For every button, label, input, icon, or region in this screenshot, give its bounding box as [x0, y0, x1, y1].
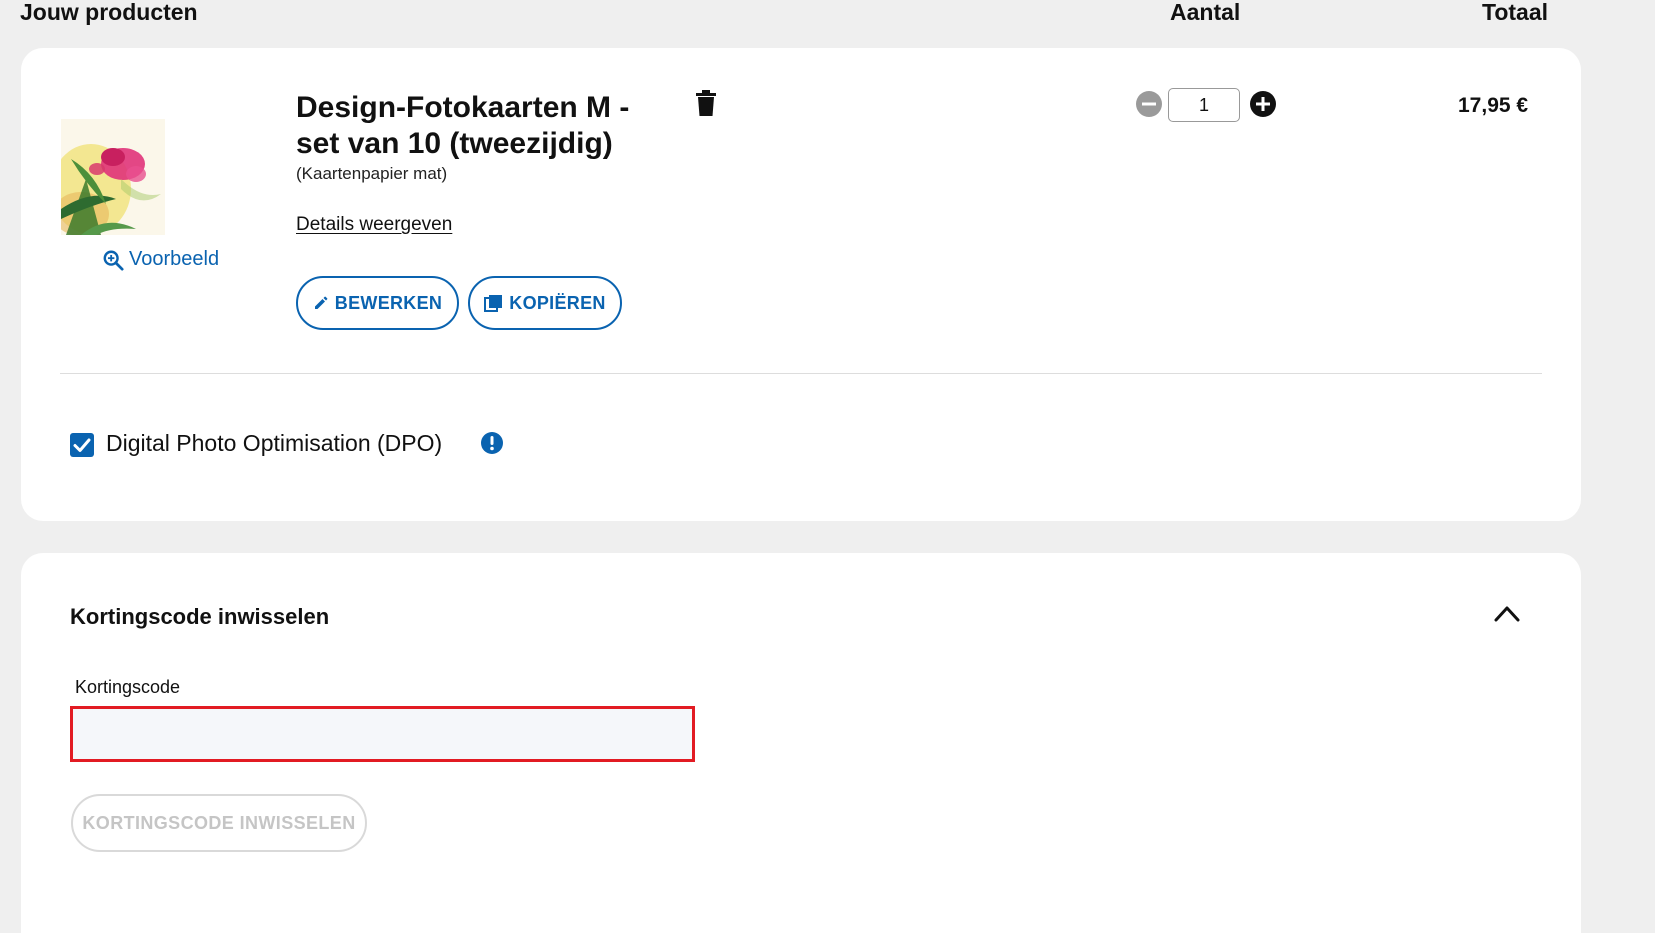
- checkbox-icon: [73, 438, 91, 452]
- edit-label: BEWERKEN: [334, 292, 443, 313]
- info-icon[interactable]: [480, 431, 504, 455]
- products-header: Jouw producten: [20, 0, 198, 25]
- quantity-input[interactable]: 1: [1168, 88, 1240, 122]
- divider: [60, 373, 1542, 374]
- copy-label: KOPIËREN: [509, 292, 606, 313]
- minus-circle-icon[interactable]: [1135, 90, 1163, 118]
- preview-link[interactable]: Voorbeeld: [102, 248, 219, 271]
- chevron-up-icon[interactable]: [1492, 602, 1522, 624]
- product-subtitle: (Kaartenpapier mat): [296, 164, 448, 183]
- product-title: Design-Fotokaarten M - set van 10 (tweez…: [296, 91, 630, 160]
- coupon-card: Kortingscode inwisselen Kortingscode KOR…: [21, 553, 1581, 933]
- quantity-header: Aantal: [1170, 0, 1241, 25]
- product-price: 17,95 €: [1458, 94, 1529, 117]
- redeem-coupon-button[interactable]: KORTINGSCODE INWISSELEN: [71, 794, 367, 852]
- copy-icon: [484, 295, 503, 312]
- details-link[interactable]: Details weergeven: [296, 214, 452, 236]
- dpo-checkbox[interactable]: [70, 433, 94, 457]
- dpo-label: Digital Photo Optimisation (DPO): [106, 430, 443, 456]
- total-header: Totaal: [1482, 0, 1549, 25]
- edit-button[interactable]: BEWERKEN: [296, 276, 459, 330]
- plus-circle-icon[interactable]: [1249, 90, 1277, 118]
- preview-label: Voorbeeld: [129, 248, 220, 270]
- copy-button[interactable]: KOPIËREN: [468, 276, 622, 330]
- coupon-input[interactable]: [70, 706, 695, 762]
- product-thumbnail[interactable]: [61, 119, 165, 235]
- product-card: Voorbeeld Design-Fotokaarten M - set van…: [21, 48, 1581, 521]
- trash-icon[interactable]: [695, 90, 717, 116]
- coupon-field-label: Kortingscode: [75, 677, 181, 697]
- search-zoom-icon: [103, 250, 124, 271]
- coupon-title: Kortingscode inwisselen: [70, 604, 330, 629]
- pencil-icon: [314, 296, 328, 309]
